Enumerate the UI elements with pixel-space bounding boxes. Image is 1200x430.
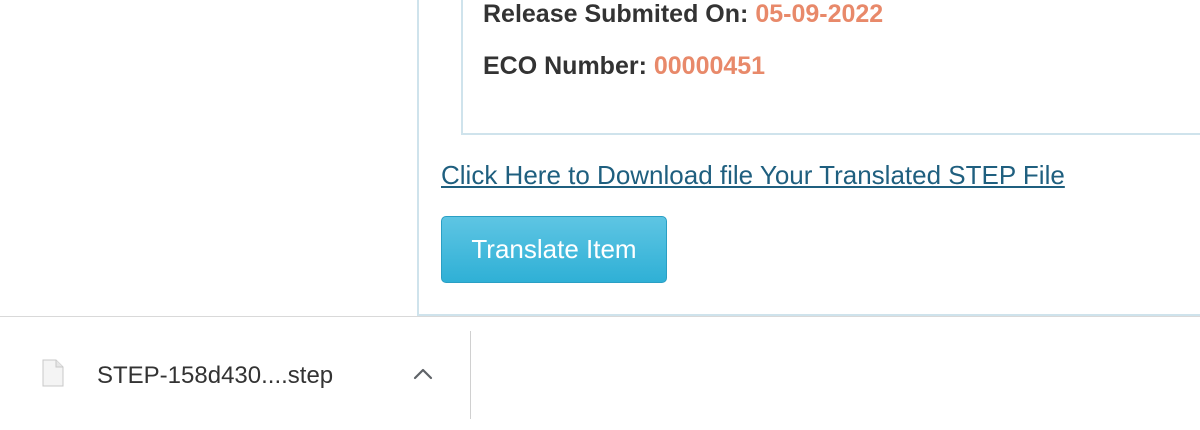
file-icon xyxy=(42,359,64,387)
shelf-divider xyxy=(470,331,471,419)
eco-number-row: ECO Number: 00000451 xyxy=(483,52,765,81)
download-item[interactable]: STEP-158d430....step xyxy=(0,317,470,430)
eco-number-value: 00000451 xyxy=(653,52,766,80)
content-panel: Release Submited On: 05-09-2022 ECO Numb… xyxy=(417,0,1200,316)
download-file-name: STEP-158d430....step xyxy=(97,362,334,389)
release-info-box: Release Submited On: 05-09-2022 ECO Numb… xyxy=(461,0,1200,135)
translate-item-button[interactable]: Translate Item xyxy=(441,216,667,283)
download-shelf: STEP-158d430....step xyxy=(0,316,1200,430)
release-date-row: Release Submited On: 05-09-2022 xyxy=(483,0,883,29)
release-date-label: Release Submited On: xyxy=(483,0,749,28)
release-date-value: 05-09-2022 xyxy=(755,0,884,28)
page: Release Submited On: 05-09-2022 ECO Numb… xyxy=(0,0,1200,430)
chevron-up-icon[interactable] xyxy=(411,365,435,383)
download-step-file-link[interactable]: Click Here to Download file Your Transla… xyxy=(441,160,1065,191)
eco-number-label: ECO Number: xyxy=(483,52,647,80)
